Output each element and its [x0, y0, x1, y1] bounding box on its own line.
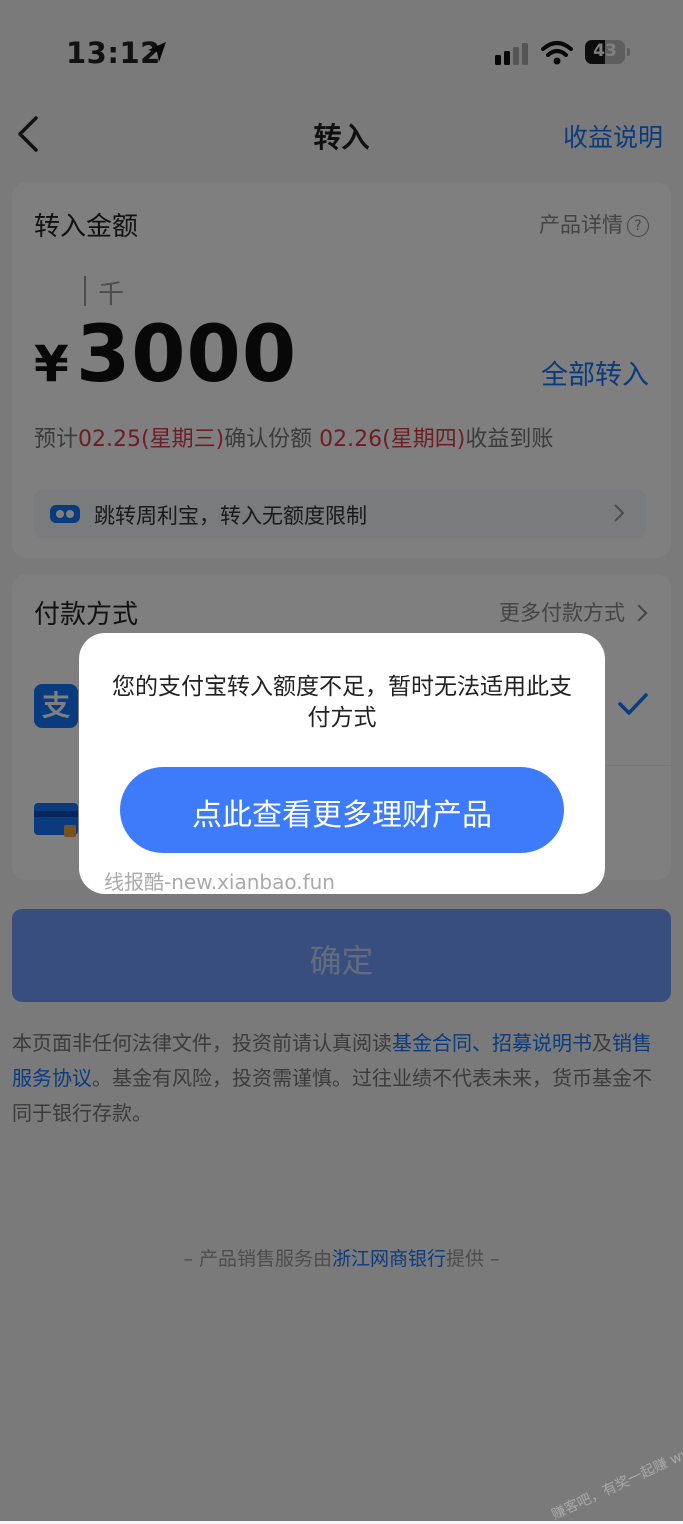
dialog-watermark: 线报酷-new.xianbao.fun — [104, 870, 335, 894]
dialog-message: 您的支付宝转入额度不足，暂时无法适用此支付方式 — [112, 674, 572, 731]
more-products-button-label: 点此查看更多理财产品 — [192, 798, 492, 833]
